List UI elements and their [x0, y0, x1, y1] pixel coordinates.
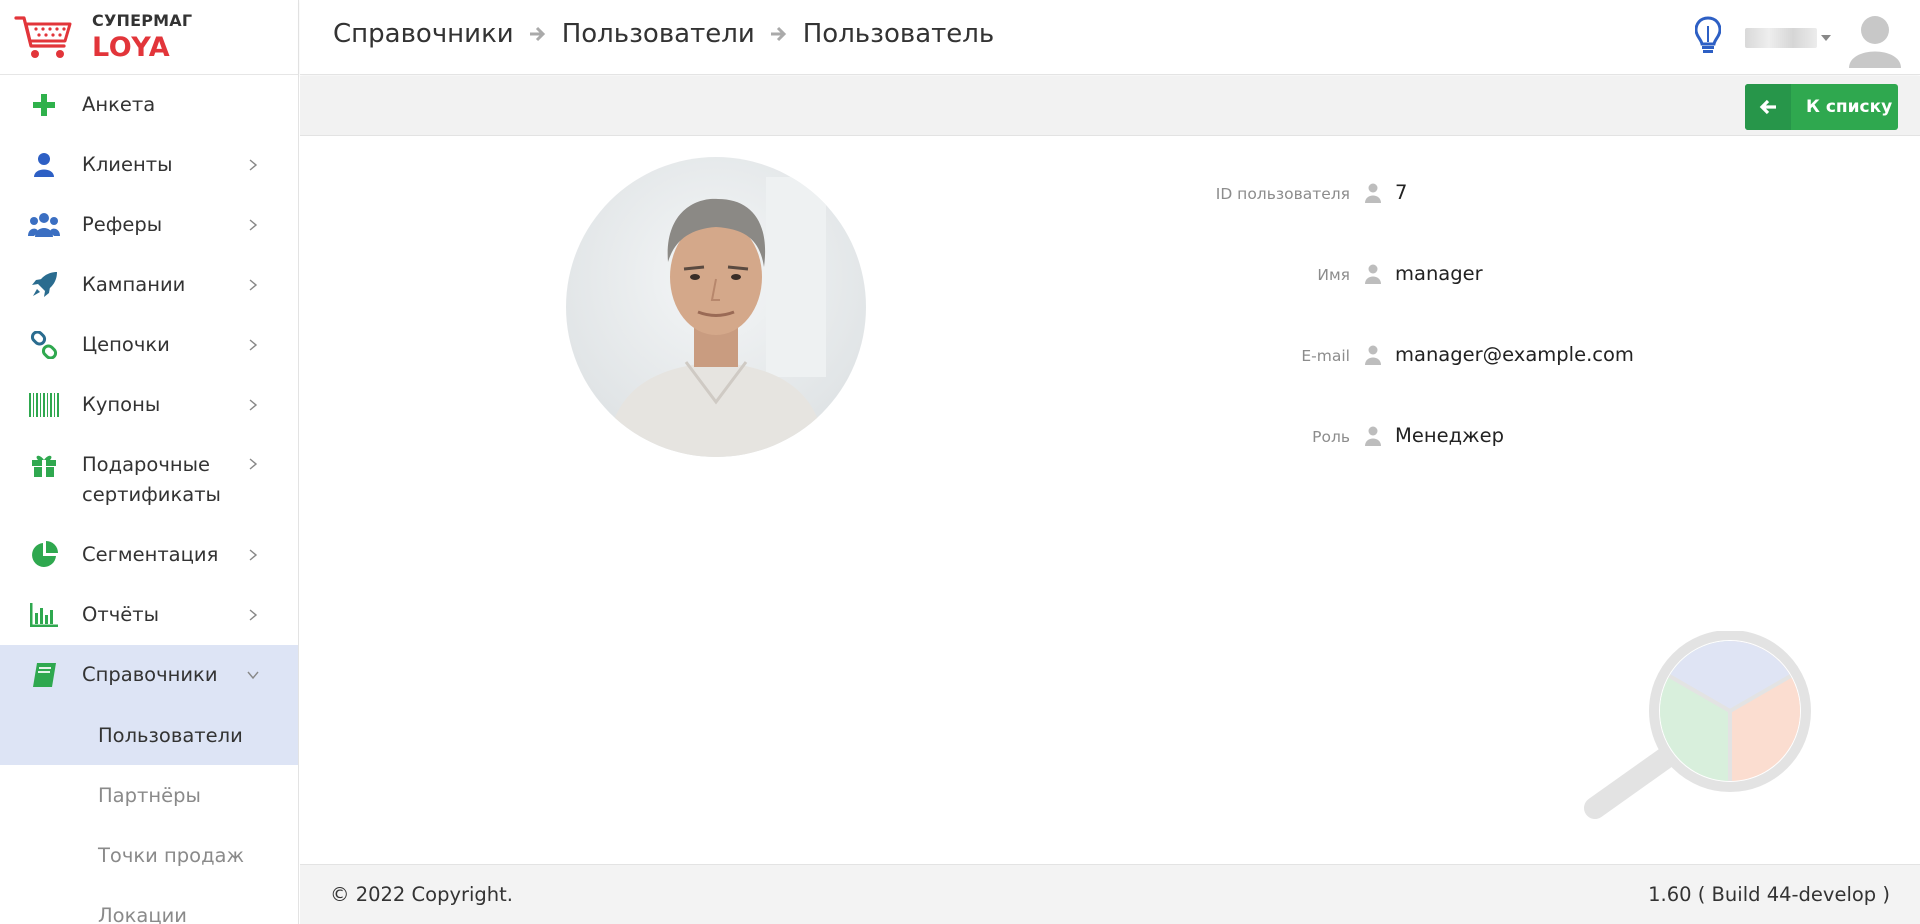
breadcrumb: Справочники Пользователи Пользователь: [333, 19, 994, 49]
chevron-right-icon: [249, 159, 258, 171]
logo[interactable]: СУПЕРМАГ LOYA: [0, 0, 298, 75]
lightbulb-icon[interactable]: [1695, 16, 1721, 56]
caret-down-icon: [1821, 35, 1831, 41]
arrow-right-icon: [529, 26, 545, 42]
gift-icon: [28, 449, 60, 481]
sidebar-item-gift-certificates[interactable]: Подарочные сертификаты: [0, 435, 298, 525]
arrow-left-icon: [1745, 84, 1791, 130]
book-icon: [28, 659, 60, 691]
breadcrumb-item-users[interactable]: Пользователи: [562, 19, 755, 49]
chevron-right-icon: [249, 339, 258, 351]
field-value: Менеджер: [1395, 424, 1504, 447]
user-icon: [1365, 345, 1381, 365]
chevron-right-icon: [249, 549, 258, 561]
person-icon: [28, 149, 60, 181]
field-value: 7: [1395, 181, 1408, 204]
chevron-right-icon: [249, 399, 258, 411]
breadcrumb-item-directories[interactable]: Справочники: [333, 19, 514, 49]
rocket-icon: [28, 269, 60, 301]
sidebar-item-reports[interactable]: Отчёты: [0, 585, 298, 645]
sidebar-item-directories[interactable]: Справочники: [0, 645, 298, 705]
bar-chart-icon: [28, 599, 60, 631]
user-icon: [1365, 183, 1381, 203]
chevron-right-icon: [249, 219, 258, 231]
users-icon: [28, 209, 60, 241]
sidebar-item-clients[interactable]: Клиенты: [0, 135, 298, 195]
plus-icon: [28, 89, 60, 121]
field-label: E-mail: [1301, 347, 1350, 365]
chevron-right-icon: [249, 279, 258, 291]
back-to-list-button[interactable]: К списку: [1745, 84, 1898, 130]
avatar[interactable]: [1846, 10, 1904, 68]
field-value: manager: [1395, 262, 1483, 285]
header-username: user: [1745, 28, 1817, 48]
sidebar-subitem-points-of-sale[interactable]: Точки продаж: [0, 825, 298, 885]
sidebar-item-label: Реферы: [82, 213, 163, 236]
sidebar-item-label: Цепочки: [82, 333, 170, 356]
pie-icon: [28, 539, 60, 571]
field-value: manager@example.com: [1395, 343, 1634, 366]
user-menu[interactable]: user: [1745, 28, 1831, 48]
field-label: Роль: [1312, 428, 1350, 446]
chevron-right-icon: [249, 458, 258, 470]
sidebar-item-label: Анкета: [82, 93, 156, 116]
sidebar-item-chains[interactable]: Цепочки: [0, 315, 298, 375]
sidebar-item-campaigns[interactable]: Кампании: [0, 255, 298, 315]
logo-text: СУПЕРМАГ LOYA: [92, 11, 193, 63]
sidebar-item-anketa[interactable]: Анкета: [0, 75, 298, 135]
sidebar-menu: Анкета Клиенты Реферы Кампании Цепочки К…: [0, 75, 298, 924]
breadcrumb-item-user: Пользователь: [802, 19, 995, 49]
sidebar-item-coupons[interactable]: Купоны: [0, 375, 298, 435]
sidebar-subitem-partners[interactable]: Партнёры: [0, 765, 298, 825]
chain-icon: [28, 329, 60, 361]
app-root: СУПЕРМАГ LOYA Анкета Клиенты Реферы Камп…: [0, 0, 1920, 924]
footer-copyright: © 2022 Copyright.: [330, 883, 514, 906]
logo-title-top: СУПЕРМАГ: [92, 11, 193, 30]
sidebar-item-referrers[interactable]: Реферы: [0, 195, 298, 255]
user-icon: [1365, 264, 1381, 284]
logo-title-bottom: LOYA: [92, 32, 171, 63]
chevron-right-icon: [249, 609, 258, 621]
user-photo: [566, 157, 866, 457]
sidebar-item-label: Справочники: [82, 663, 218, 686]
cart-logo-icon: [14, 16, 72, 58]
toolbar: К списку: [300, 76, 1920, 136]
arrow-right-icon: [770, 26, 786, 42]
field-label: Имя: [1317, 266, 1350, 284]
footer-version: 1.60 ( Build 44-develop ): [1648, 883, 1890, 906]
sidebar-subitem-users[interactable]: Пользователи: [0, 705, 298, 765]
footer: © 2022 Copyright. 1.60 ( Build 44-develo…: [300, 864, 1920, 924]
sidebar-item-label: Сегментация: [82, 543, 219, 566]
barcode-icon: [28, 389, 60, 421]
user-icon: [1365, 426, 1381, 446]
sidebar-item-label: Купоны: [82, 393, 161, 416]
chevron-down-icon: [247, 671, 259, 680]
top-header: Справочники Пользователи Пользователь us…: [300, 0, 1920, 75]
sidebar-item-label: Отчёты: [82, 603, 159, 626]
magnifier-pie-watermark-icon: [1584, 631, 1811, 819]
sidebar-item-label: Кампании: [82, 273, 186, 296]
field-label: ID пользователя: [1215, 185, 1350, 203]
user-details: ID пользователя 7 Имя manager E-mail man…: [300, 137, 1920, 864]
sidebar: СУПЕРМАГ LOYA Анкета Клиенты Реферы Камп…: [0, 0, 299, 924]
sidebar-item-label: Подарочные сертификаты: [82, 453, 221, 506]
sidebar-item-segmentation[interactable]: Сегментация: [0, 525, 298, 585]
back-to-list-label: К списку: [1806, 97, 1893, 117]
sidebar-item-label: Клиенты: [82, 153, 173, 176]
sidebar-subitem-locations[interactable]: Локации: [0, 885, 298, 924]
